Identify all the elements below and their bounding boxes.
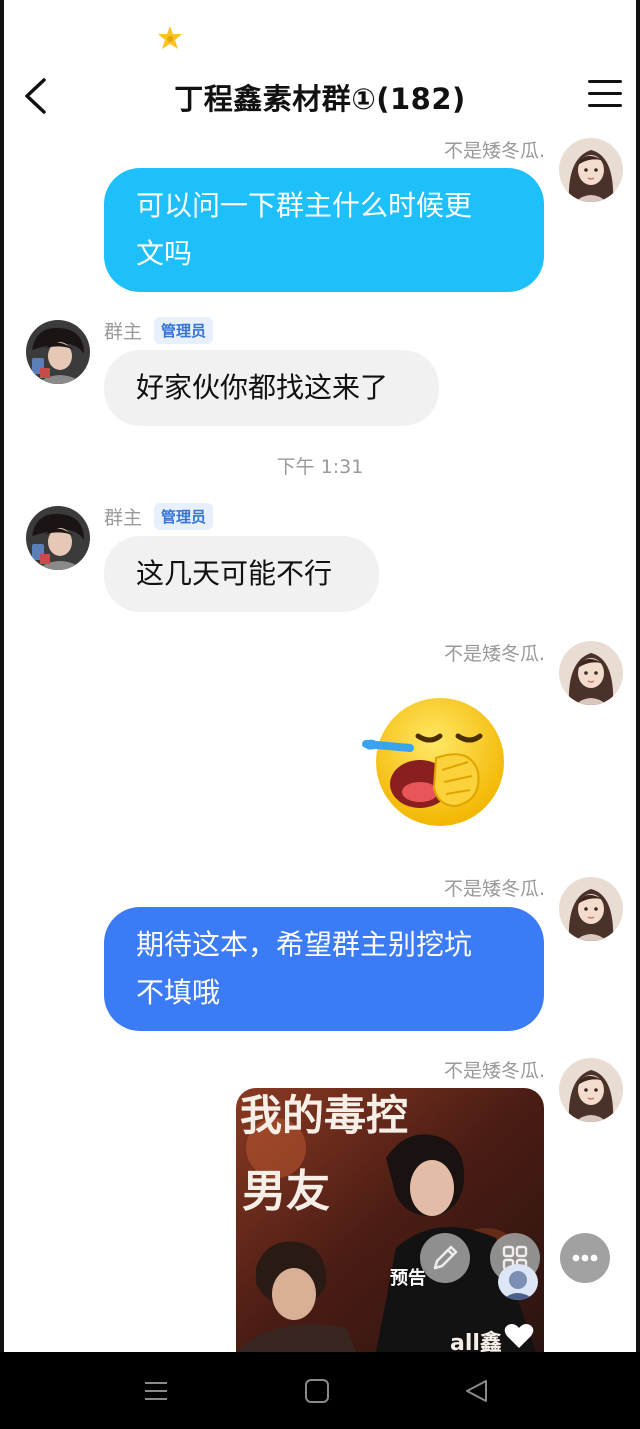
image-message[interactable]: 我的毒控 男友 all鑫 [236,1088,544,1352]
admin-badge: 管理员 [154,317,214,344]
system-navigation-bar [0,1352,640,1429]
sender-name: 不是矮冬瓜. [443,643,545,665]
group-owner-avatar[interactable] [26,320,90,384]
message-text-line: 期待这本，希望群主别挖坑 [136,928,473,961]
message-bubble[interactable]: 这几天可能不行 [104,536,379,612]
chat-header: 丁程鑫素材群①(182) [0,60,640,134]
more-dots-icon[interactable] [560,1233,610,1283]
user-avatar[interactable] [559,877,623,941]
heart-icon[interactable] [504,1322,534,1350]
message-text: 这几天可能不行 [136,557,333,590]
pencil-icon[interactable] [420,1233,470,1283]
group-title: 丁程鑫素材群①(182) [174,82,466,116]
group-owner-avatar[interactable] [26,506,90,570]
user-avatar[interactable] [559,138,623,202]
user-avatar[interactable] [559,641,623,705]
home-icon[interactable] [302,1376,332,1406]
preview-label: 预告 [390,1268,426,1289]
screen-edge-left [0,0,4,1352]
star-badge-icon [157,25,183,51]
message-text-line: 不填哦 [136,976,221,1009]
sender-name: 不是矮冬瓜. [443,1060,545,1082]
user-avatar[interactable] [559,1058,623,1122]
message-text-line: 文吗 [136,237,193,270]
screen-edge-right [636,0,640,1352]
message-bubble[interactable]: 可以问一下群主什么时候更 文吗 [104,168,544,292]
poster-title: 我的毒控 [240,1091,408,1140]
poster-subtitle: 男友 [242,1166,330,1217]
sender-name: 群主 [104,507,143,529]
message-text: 好家伙你都找这来了 [136,371,389,404]
recent-apps-icon[interactable] [141,1376,171,1406]
sender-name: 群主 [104,321,143,343]
poster-tag: all鑫 [450,1330,502,1352]
message-text-line: 可以问一下群主什么时候更 [136,189,473,222]
message-bubble[interactable]: 期待这本，希望群主别挖坑 不填哦 [104,907,544,1031]
yawning-face-sticker[interactable] [360,688,510,838]
message-timestamp: 下午 1:31 [276,456,364,478]
message-bubble[interactable]: 好家伙你都找这来了 [104,350,439,426]
admin-badge: 管理员 [154,503,214,530]
sender-name: 不是矮冬瓜. [443,878,545,900]
sender-name: 不是矮冬瓜. [443,140,545,162]
small-avatar [498,1264,538,1300]
back-triangle-icon[interactable] [462,1376,492,1406]
hamburger-menu-icon[interactable] [588,80,622,110]
chevron-left-icon[interactable] [18,74,58,118]
